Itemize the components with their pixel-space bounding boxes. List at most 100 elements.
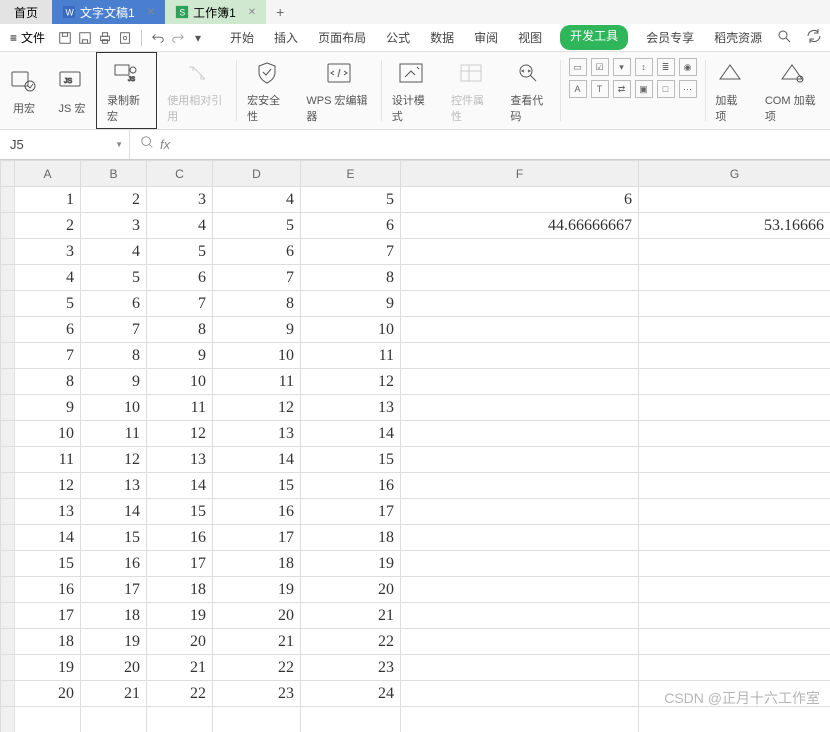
cell[interactable] bbox=[639, 343, 830, 369]
cell[interactable]: 1 bbox=[15, 187, 81, 213]
view-code-button[interactable]: 查看代码 bbox=[500, 52, 559, 129]
cell[interactable] bbox=[401, 447, 639, 473]
cell[interactable]: 15 bbox=[147, 499, 213, 525]
cell[interactable]: 8 bbox=[15, 369, 81, 395]
save-icon[interactable] bbox=[55, 28, 75, 48]
row-header[interactable] bbox=[1, 369, 15, 395]
print-preview-icon[interactable] bbox=[115, 28, 135, 48]
cell[interactable]: 13 bbox=[147, 447, 213, 473]
cell[interactable] bbox=[639, 603, 830, 629]
row-header[interactable] bbox=[1, 343, 15, 369]
cell[interactable] bbox=[401, 629, 639, 655]
cell[interactable] bbox=[401, 265, 639, 291]
cell[interactable]: 19 bbox=[81, 629, 147, 655]
cell[interactable] bbox=[401, 343, 639, 369]
cell[interactable]: 4 bbox=[147, 213, 213, 239]
search-icon[interactable] bbox=[776, 28, 792, 47]
cell[interactable] bbox=[639, 473, 830, 499]
cell[interactable] bbox=[639, 265, 830, 291]
cell[interactable]: 10 bbox=[81, 395, 147, 421]
cell[interactable]: 3 bbox=[147, 187, 213, 213]
cell[interactable] bbox=[401, 525, 639, 551]
cell[interactable] bbox=[401, 551, 639, 577]
row-header[interactable] bbox=[1, 213, 15, 239]
cell[interactable]: 17 bbox=[301, 499, 401, 525]
cell[interactable]: 6 bbox=[213, 239, 301, 265]
cell[interactable]: 19 bbox=[15, 655, 81, 681]
cell[interactable]: 18 bbox=[147, 577, 213, 603]
cell[interactable]: 10 bbox=[213, 343, 301, 369]
cell[interactable]: 16 bbox=[81, 551, 147, 577]
cell[interactable] bbox=[401, 473, 639, 499]
cell[interactable] bbox=[639, 369, 830, 395]
cell[interactable] bbox=[401, 421, 639, 447]
row-header[interactable] bbox=[1, 291, 15, 317]
cell[interactable] bbox=[401, 369, 639, 395]
cell[interactable]: 18 bbox=[15, 629, 81, 655]
cell[interactable]: 13 bbox=[301, 395, 401, 421]
cell[interactable] bbox=[639, 421, 830, 447]
cell[interactable]: 6 bbox=[15, 317, 81, 343]
col-header-a[interactable]: A bbox=[15, 161, 81, 187]
cell[interactable]: 12 bbox=[81, 447, 147, 473]
record-macro-button[interactable]: JS 录制新宏 bbox=[96, 52, 157, 129]
cell[interactable] bbox=[401, 499, 639, 525]
cell[interactable]: 14 bbox=[301, 421, 401, 447]
control-label-icon[interactable]: A bbox=[569, 80, 587, 98]
cell[interactable]: 8 bbox=[81, 343, 147, 369]
cell[interactable] bbox=[639, 629, 830, 655]
cell[interactable]: 22 bbox=[147, 681, 213, 707]
ribbon-tab-view[interactable]: 视图 bbox=[516, 25, 544, 50]
ribbon-tab-insert[interactable]: 插入 bbox=[272, 25, 300, 50]
cell[interactable]: 5 bbox=[81, 265, 147, 291]
cell[interactable]: 21 bbox=[301, 603, 401, 629]
cell[interactable]: 21 bbox=[213, 629, 301, 655]
cell[interactable]: 2 bbox=[15, 213, 81, 239]
col-header-d[interactable]: D bbox=[213, 161, 301, 187]
cell[interactable] bbox=[401, 291, 639, 317]
cell[interactable]: 2 bbox=[81, 187, 147, 213]
row-header[interactable] bbox=[1, 629, 15, 655]
cell[interactable] bbox=[81, 707, 147, 732]
dropdown-icon[interactable]: ▾ bbox=[188, 28, 208, 48]
col-header-g[interactable]: G bbox=[639, 161, 830, 187]
cell[interactable]: 9 bbox=[15, 395, 81, 421]
cell[interactable]: 16 bbox=[15, 577, 81, 603]
cell[interactable] bbox=[639, 291, 830, 317]
control-groupbox-icon[interactable]: ▣ bbox=[635, 80, 653, 98]
cell[interactable]: 8 bbox=[213, 291, 301, 317]
col-header-c[interactable]: C bbox=[147, 161, 213, 187]
cell[interactable]: 9 bbox=[147, 343, 213, 369]
cell[interactable]: 10 bbox=[147, 369, 213, 395]
cell[interactable]: 14 bbox=[81, 499, 147, 525]
macro-security-button[interactable]: 宏安全性 bbox=[237, 52, 296, 129]
cell[interactable] bbox=[639, 525, 830, 551]
com-addins-button[interactable]: COM 加载项 bbox=[755, 52, 830, 129]
row-header[interactable] bbox=[1, 473, 15, 499]
cell[interactable]: 44.66666667 bbox=[401, 213, 639, 239]
cell[interactable]: 19 bbox=[301, 551, 401, 577]
cell[interactable]: 6 bbox=[401, 187, 639, 213]
cell[interactable]: 18 bbox=[301, 525, 401, 551]
cell[interactable]: 14 bbox=[147, 473, 213, 499]
row-header[interactable] bbox=[1, 551, 15, 577]
cell[interactable]: 9 bbox=[213, 317, 301, 343]
cell[interactable]: 20 bbox=[147, 629, 213, 655]
cell[interactable]: 3 bbox=[15, 239, 81, 265]
row-header[interactable] bbox=[1, 239, 15, 265]
cell[interactable]: 20 bbox=[213, 603, 301, 629]
control-button-icon[interactable]: ▭ bbox=[569, 58, 587, 76]
cell[interactable]: 20 bbox=[15, 681, 81, 707]
control-spinner-icon[interactable]: ↕ bbox=[635, 58, 653, 76]
cell[interactable]: 18 bbox=[213, 551, 301, 577]
cell[interactable]: 21 bbox=[147, 655, 213, 681]
cell[interactable]: 17 bbox=[147, 551, 213, 577]
row-header[interactable] bbox=[1, 421, 15, 447]
select-all-cell[interactable] bbox=[1, 161, 15, 187]
cell[interactable] bbox=[639, 499, 830, 525]
control-textbox-icon[interactable]: T bbox=[591, 80, 609, 98]
cell[interactable]: 20 bbox=[301, 577, 401, 603]
cell[interactable]: 11 bbox=[81, 421, 147, 447]
cell[interactable]: 10 bbox=[15, 421, 81, 447]
cell[interactable]: 15 bbox=[213, 473, 301, 499]
